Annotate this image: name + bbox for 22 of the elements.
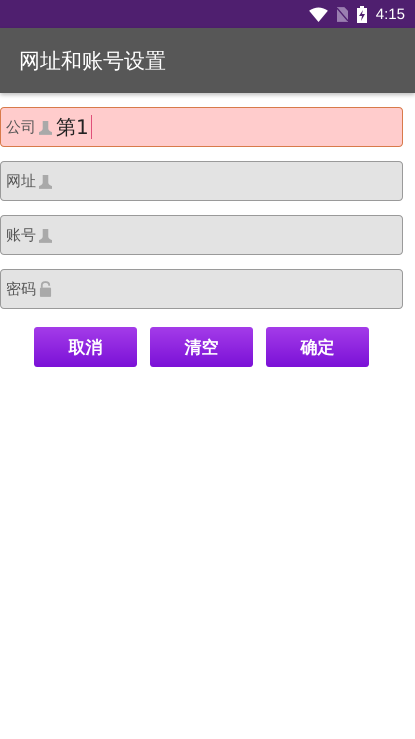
no-sim-icon bbox=[336, 6, 348, 22]
field-label: 账号 bbox=[6, 226, 36, 244]
action-button[interactable]: 取消 bbox=[34, 327, 137, 367]
input-field[interactable]: 网址 bbox=[0, 161, 403, 201]
padlock-icon bbox=[39, 281, 52, 297]
action-button[interactable]: 清空 bbox=[150, 327, 253, 367]
person-icon bbox=[39, 174, 52, 188]
input-field[interactable]: 密码 bbox=[0, 269, 403, 309]
field-label: 公司 bbox=[6, 118, 36, 136]
battery-charging-icon bbox=[356, 6, 367, 22]
clock-time: 4:15 bbox=[376, 6, 405, 22]
app-bar-title: 网址和账号设置 bbox=[19, 48, 166, 74]
text-cursor bbox=[90, 115, 92, 139]
action-button[interactable]: 确定 bbox=[266, 327, 369, 367]
field-label: 密码 bbox=[6, 280, 36, 298]
person-icon bbox=[39, 120, 52, 134]
input-field[interactable]: 公司 第1 bbox=[0, 107, 403, 147]
field-label: 网址 bbox=[6, 172, 36, 190]
field-value: 第1 bbox=[56, 114, 89, 140]
wifi-icon bbox=[308, 6, 328, 22]
person-icon bbox=[39, 228, 52, 242]
input-field[interactable]: 账号 bbox=[0, 215, 403, 255]
